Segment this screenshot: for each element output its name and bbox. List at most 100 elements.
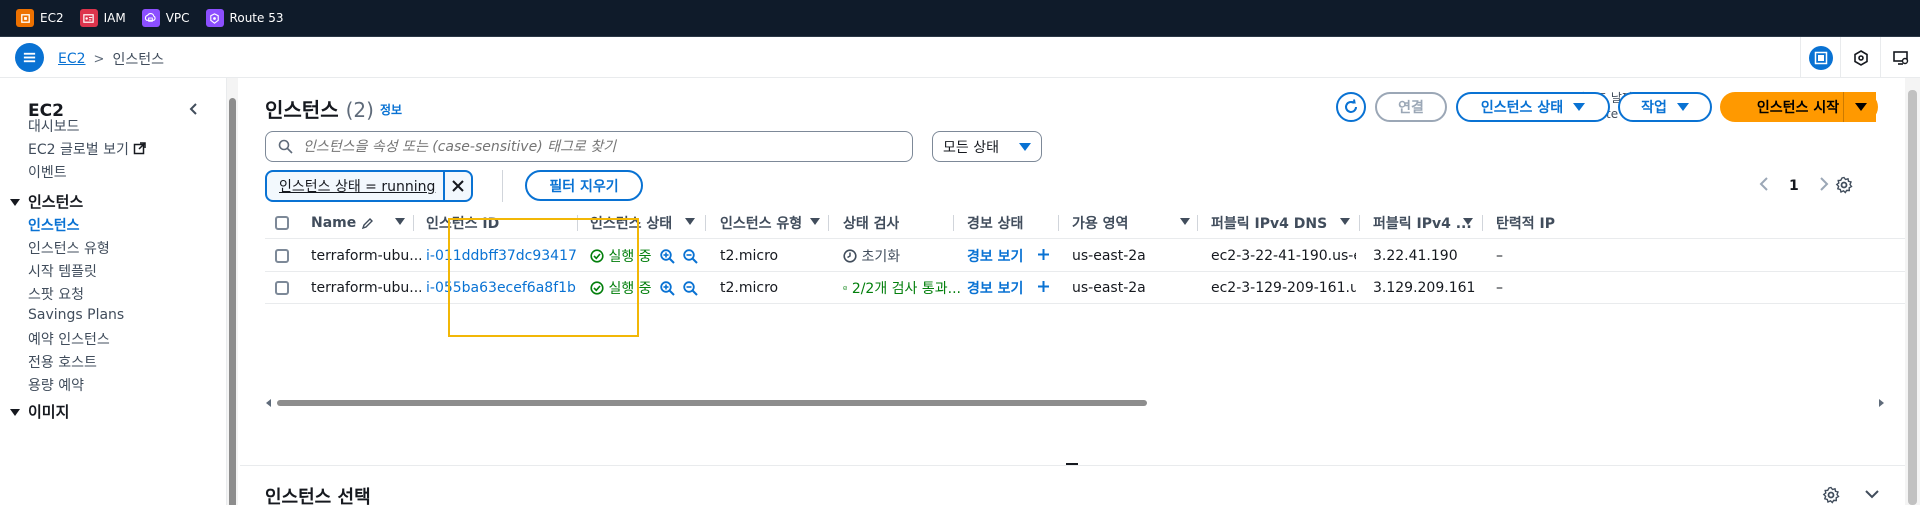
table-preferences-button[interactable] bbox=[1835, 176, 1853, 198]
navigation-menu-button[interactable] bbox=[15, 43, 44, 72]
sidebar-item-instance-types[interactable]: 인스턴스 유형 bbox=[28, 238, 110, 258]
table-horizontal-scrollbar[interactable] bbox=[265, 396, 1885, 410]
sidebar-section-instances[interactable]: 인스턴스 bbox=[10, 191, 83, 212]
sidebar-item-reserved-instances[interactable]: 예약 인스턴스 bbox=[28, 329, 110, 349]
sidebar-section-images[interactable]: 이미지 bbox=[10, 401, 69, 422]
sidebar-item-savings-plans[interactable]: Savings Plans bbox=[28, 307, 124, 323]
instance-state-button[interactable]: 인스턴스 상태 bbox=[1456, 92, 1610, 122]
instance-count: (2) bbox=[345, 98, 374, 122]
sort-caret-icon[interactable] bbox=[1340, 218, 1350, 225]
cell-instance-type: t2.micro bbox=[720, 280, 779, 296]
launch-dropdown-button[interactable] bbox=[1844, 92, 1878, 122]
scroll-left-icon[interactable] bbox=[265, 399, 273, 407]
zoom-in-button[interactable] bbox=[659, 248, 675, 264]
filter-token-label[interactable]: 인스턴스 상태 = running bbox=[267, 176, 443, 196]
main-scrollbar[interactable] bbox=[1905, 78, 1920, 505]
edit-icon bbox=[362, 217, 374, 229]
add-alarm-button[interactable] bbox=[1037, 280, 1050, 297]
favorite-route53[interactable]: Route 53 bbox=[205, 9, 283, 27]
sidebar-item-launch-templates[interactable]: 시작 템플릿 bbox=[28, 261, 97, 281]
col-elastic-ip[interactable]: 탄력적 IP bbox=[1496, 207, 1555, 239]
search-icon bbox=[278, 139, 293, 154]
sidebar-item-dashboard[interactable]: 대시보드 bbox=[28, 116, 80, 136]
sort-caret-icon[interactable] bbox=[1180, 218, 1190, 225]
split-panel-collapse-button[interactable] bbox=[1864, 486, 1880, 505]
breadcrumb-ec2-link[interactable]: EC2 bbox=[58, 51, 86, 67]
row-checkbox[interactable] bbox=[275, 272, 289, 304]
sort-caret-icon[interactable] bbox=[685, 218, 695, 225]
zoom-out-button[interactable] bbox=[682, 248, 698, 264]
pagination: 1 bbox=[1759, 176, 1829, 195]
state-filter-select[interactable]: 모든 상태 bbox=[932, 131, 1042, 162]
search-input[interactable] bbox=[303, 138, 883, 155]
launch-split-divider bbox=[1843, 92, 1844, 122]
col-public-ip[interactable]: 퍼블릭 IPv4 ... bbox=[1373, 207, 1472, 239]
col-public-dns[interactable]: 퍼블릭 IPv4 DNS bbox=[1211, 207, 1327, 239]
sidebar-item-capacity-reservations[interactable]: 용량 예약 bbox=[28, 375, 84, 395]
page-number[interactable]: 1 bbox=[1789, 178, 1799, 194]
add-alarm-button[interactable] bbox=[1037, 248, 1050, 265]
prev-page-button[interactable] bbox=[1759, 176, 1769, 195]
cell-elastic-ip: – bbox=[1496, 248, 1503, 264]
split-panel-toggle[interactable] bbox=[1800, 37, 1840, 78]
chevron-down-icon bbox=[1865, 490, 1879, 499]
cell-public-ip: 3.22.41.190 bbox=[1373, 248, 1458, 264]
zoom-in-button[interactable] bbox=[659, 280, 675, 296]
sidebar-scrollbar[interactable] bbox=[227, 78, 238, 505]
next-page-button[interactable] bbox=[1819, 176, 1829, 195]
page-title: 인스턴스 (2) bbox=[265, 94, 374, 123]
hamburger-icon bbox=[23, 52, 36, 63]
instance-state-label: 인스턴스 상태 bbox=[1480, 100, 1564, 116]
sidebar-item-global-view[interactable]: EC2 글로벌 보기 bbox=[28, 139, 146, 159]
sidebar-item-dedicated-hosts[interactable]: 전용 호스트 bbox=[28, 352, 97, 372]
page-title-text: 인스턴스 bbox=[265, 98, 339, 122]
sidebar-item-events[interactable]: 이벤트 bbox=[28, 162, 67, 182]
favorite-ec2[interactable]: EC2 bbox=[16, 9, 64, 27]
col-availability-zone[interactable]: 가용 영역 bbox=[1072, 207, 1128, 239]
favorite-label: IAM bbox=[103, 11, 126, 25]
gear-icon bbox=[1835, 176, 1853, 194]
favorite-label: VPC bbox=[165, 11, 190, 25]
notifications-toggle[interactable] bbox=[1840, 37, 1880, 78]
zoom-in-icon bbox=[659, 280, 675, 296]
actions-label: 작업 bbox=[1641, 100, 1667, 116]
chevron-right-icon bbox=[1820, 177, 1829, 191]
favorite-iam[interactable]: IAM bbox=[79, 9, 126, 27]
zoom-out-button[interactable] bbox=[682, 280, 698, 296]
refresh-button[interactable] bbox=[1336, 92, 1366, 122]
select-all-checkbox[interactable] bbox=[275, 207, 289, 239]
hexagon-settings-icon bbox=[1853, 49, 1868, 66]
col-status-check[interactable]: 상태 검사 bbox=[843, 207, 899, 239]
sidebar-item-spot-requests[interactable]: 스팟 요청 bbox=[28, 284, 84, 304]
instance-search bbox=[265, 131, 913, 162]
chevron-left-icon bbox=[189, 103, 197, 115]
scroll-right-icon[interactable] bbox=[1877, 399, 1885, 407]
cell-public-dns: ec2-3-22-41-190.us-eas... bbox=[1211, 248, 1356, 264]
split-panel-resize-handle[interactable] bbox=[1066, 463, 1078, 465]
connect-button[interactable]: 연결 bbox=[1375, 92, 1447, 122]
sort-caret-icon[interactable] bbox=[1463, 218, 1473, 225]
view-alarms-link[interactable]: 경보 보기 bbox=[967, 278, 1023, 298]
sort-caret-icon[interactable] bbox=[395, 218, 405, 225]
external-link-icon bbox=[133, 142, 146, 155]
info-link[interactable]: 정보 bbox=[380, 101, 402, 118]
col-alarm-status[interactable]: 경보 상태 bbox=[967, 207, 1023, 239]
row-checkbox[interactable] bbox=[275, 240, 289, 272]
view-alarms-link[interactable]: 경보 보기 bbox=[967, 246, 1023, 266]
plus-icon bbox=[1038, 280, 1050, 292]
sidebar-item-instances[interactable]: 인스턴스 bbox=[28, 215, 80, 235]
col-name[interactable]: Name bbox=[311, 207, 374, 239]
gear-icon bbox=[1822, 486, 1840, 504]
split-panel-preferences-button[interactable] bbox=[1822, 486, 1840, 505]
breadcrumb: EC2 > 인스턴스 bbox=[58, 49, 164, 69]
actions-button[interactable]: 작업 bbox=[1618, 92, 1712, 122]
sidebar-close-button[interactable] bbox=[187, 100, 201, 121]
breadcrumb-current: 인스턴스 bbox=[112, 52, 164, 68]
sort-caret-icon[interactable] bbox=[810, 218, 820, 225]
clear-filters-button[interactable]: 필터 지우기 bbox=[525, 170, 643, 201]
favorite-vpc[interactable]: VPC bbox=[141, 9, 190, 27]
remove-filter-button[interactable] bbox=[443, 172, 471, 200]
col-instance-type[interactable]: 인스턴스 유형 bbox=[720, 207, 802, 239]
scrollbar-thumb[interactable] bbox=[277, 400, 1147, 406]
tools-toggle[interactable] bbox=[1880, 37, 1920, 78]
